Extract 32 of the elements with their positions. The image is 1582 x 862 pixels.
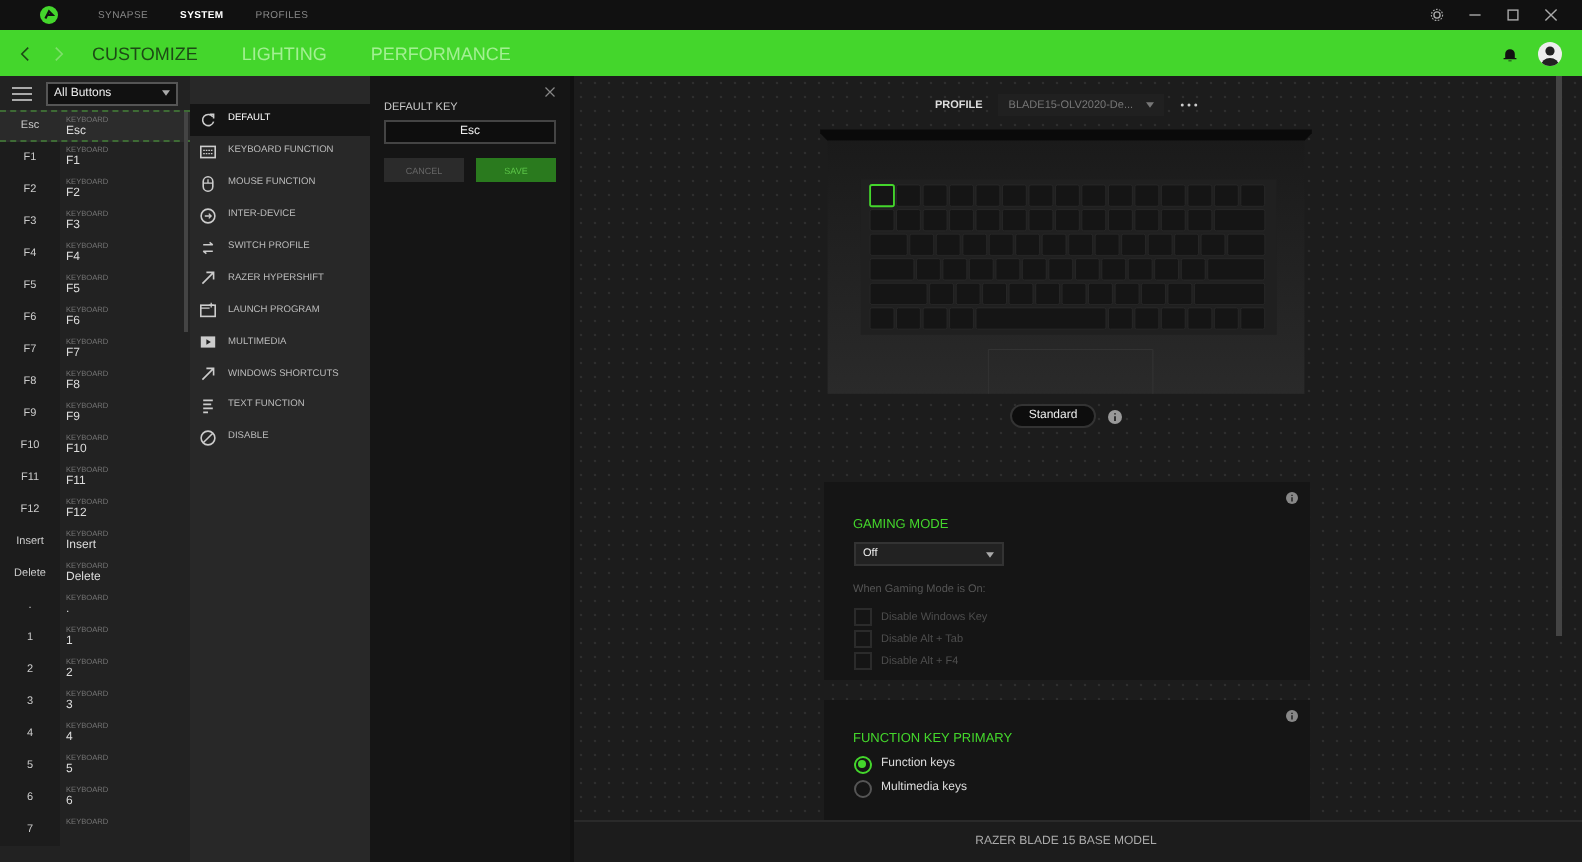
close-icon[interactable] bbox=[544, 86, 556, 98]
play-icon bbox=[200, 334, 216, 351]
menu-icon[interactable] bbox=[12, 85, 32, 101]
text-lines-icon bbox=[200, 397, 216, 414]
bell-icon[interactable] bbox=[1502, 45, 1518, 61]
radio-button[interactable] bbox=[853, 755, 871, 773]
info-icon[interactable] bbox=[1107, 409, 1122, 423]
nav-tab[interactable]: CUSTOMIZE bbox=[92, 43, 198, 63]
minimize-icon[interactable] bbox=[1468, 8, 1482, 22]
keyboard-icon bbox=[200, 143, 216, 160]
more-icon[interactable] bbox=[1179, 102, 1198, 109]
refresh-icon bbox=[200, 111, 216, 128]
arrow-icon bbox=[200, 270, 216, 287]
info-icon[interactable] bbox=[1285, 710, 1297, 722]
settings-icon[interactable] bbox=[1430, 8, 1444, 22]
close-icon[interactable] bbox=[1544, 8, 1558, 22]
circle-arrow-icon bbox=[200, 207, 216, 224]
caret-icon bbox=[162, 90, 170, 96]
mouse-icon bbox=[200, 175, 216, 192]
maximize-icon[interactable] bbox=[1506, 8, 1520, 22]
info-icon[interactable] bbox=[1285, 492, 1297, 504]
window-icon bbox=[200, 302, 216, 319]
swap-arrows-icon bbox=[200, 239, 216, 255]
prohibited-icon bbox=[200, 429, 216, 446]
radio-button[interactable] bbox=[853, 779, 871, 797]
caret-icon bbox=[1145, 102, 1154, 109]
arrow-icon bbox=[200, 366, 216, 383]
scrollbar[interactable] bbox=[1556, 76, 1562, 636]
avatar-icon[interactable] bbox=[1538, 41, 1562, 65]
logo-icon bbox=[40, 6, 58, 24]
back-icon[interactable] bbox=[20, 45, 30, 61]
caret-icon bbox=[985, 551, 993, 557]
